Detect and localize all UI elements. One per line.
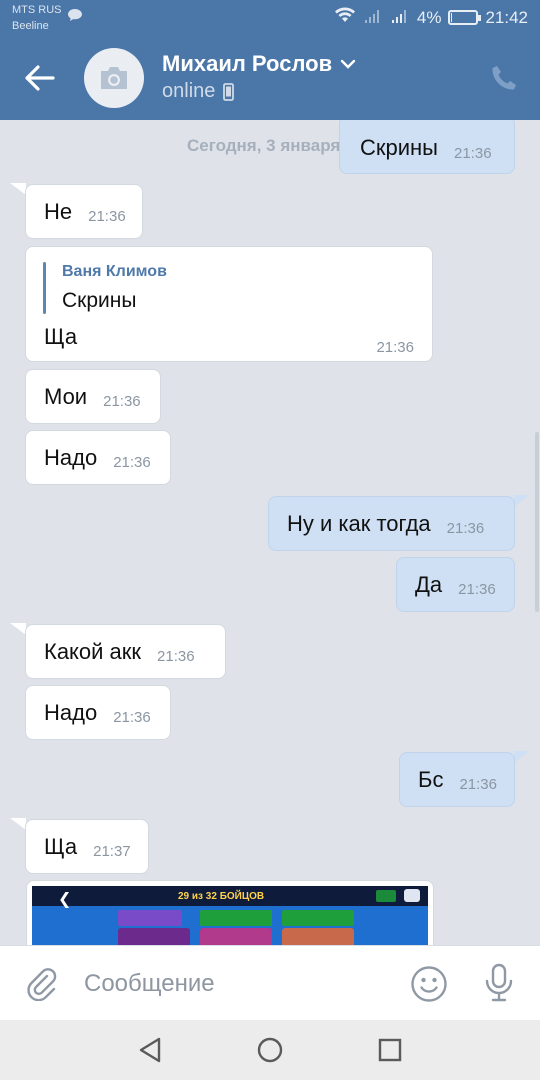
message-outgoing[interactable]: Бс 21:36 — [399, 752, 515, 807]
message-text: Ща — [44, 833, 78, 859]
battery-icon — [448, 10, 482, 25]
carrier-secondary: Beeline — [12, 20, 49, 32]
contact-name-text: Михаил Рослов — [162, 51, 333, 76]
message-time: 21:36 — [103, 393, 141, 410]
reply-quote-bar — [43, 262, 46, 314]
message-text: Ну и как тогда — [287, 510, 431, 536]
nav-home-button[interactable] — [250, 1032, 290, 1068]
message-incoming[interactable]: Ща 21:37 — [25, 819, 149, 874]
battery-percent: 4% — [416, 7, 442, 27]
message-time: 21:36 — [113, 454, 151, 471]
nav-back-button[interactable] — [130, 1032, 170, 1068]
carrier-primary: MTS RUS — [12, 4, 62, 16]
message-list[interactable]: Скрины 21:36 Сегодня, 3 января Не 21:36 … — [0, 120, 540, 945]
message-outgoing[interactable]: Да 21:36 — [396, 557, 515, 612]
message-time: 21:36 — [454, 144, 492, 162]
contact-name[interactable]: Михаил Рослов — [162, 51, 356, 77]
status-time: 21:42 — [485, 7, 528, 27]
message-time: 21:36 — [459, 776, 497, 793]
presence-text: online — [162, 80, 216, 102]
message-incoming[interactable]: Мои 21:36 — [25, 369, 161, 424]
bubble-tail — [10, 818, 26, 830]
image-attachment[interactable]: ❮ 29 из 32 БОЙЦОВ — [26, 880, 434, 945]
reply-quoted-text: Скрины — [62, 289, 137, 312]
camera-icon — [101, 67, 127, 89]
emoji-button[interactable] — [408, 963, 450, 1005]
back-arrow-icon — [25, 65, 55, 91]
message-outgoing[interactable]: Скрины 21:36 — [339, 120, 515, 174]
message-text: Ща — [44, 324, 78, 349]
message-text: Скрины — [360, 135, 438, 160]
message-time: 21:37 — [93, 843, 131, 860]
message-time: 21:36 — [376, 339, 414, 356]
mobile-phone-icon — [223, 82, 235, 101]
message-text: Да — [415, 571, 443, 597]
paperclip-icon — [27, 968, 57, 1001]
battery-level — [451, 13, 453, 22]
message-input[interactable] — [84, 964, 384, 1004]
message-incoming[interactable]: Какой акк 21:36 — [25, 624, 226, 679]
scrollbar[interactable] — [535, 432, 539, 612]
call-button[interactable] — [486, 60, 522, 96]
presence-status: online — [162, 80, 235, 103]
game-screenshot: ❮ 29 из 32 БОЙЦОВ — [32, 886, 428, 945]
message-time: 21:36 — [446, 520, 485, 537]
message-notification-icon — [67, 8, 83, 27]
message-time: 21:36 — [458, 581, 496, 598]
back-button[interactable] — [20, 58, 60, 98]
bubble-tail — [10, 623, 26, 635]
bubble-tail — [10, 183, 26, 195]
bubble-tail — [514, 495, 530, 507]
message-text: Какой акк — [44, 638, 142, 664]
circle-home-icon — [257, 1037, 283, 1063]
message-incoming[interactable]: Не 21:36 — [25, 184, 143, 239]
phone-icon — [492, 66, 516, 90]
signal-icon-2 — [390, 7, 410, 28]
message-incoming-reply[interactable]: Ваня Климов Скрины Ща 21:36 — [25, 246, 433, 362]
game-screenshot-header: ❮ 29 из 32 БОЙЦОВ — [32, 886, 428, 908]
chevron-down-icon — [340, 59, 356, 69]
status-bar: MTS RUS Beeline 4% 21:42 — [0, 0, 540, 38]
date-separator: Сегодня, 3 января — [187, 136, 341, 155]
message-incoming[interactable]: Надо 21:36 — [25, 430, 171, 485]
voice-message-button[interactable] — [478, 961, 520, 1005]
microphone-icon — [485, 963, 513, 1002]
avatar[interactable] — [84, 48, 144, 108]
nav-recents-button[interactable] — [370, 1032, 410, 1068]
status-indicators: 4% 21:42 — [334, 7, 528, 28]
wifi-icon — [334, 7, 356, 28]
top-bar: MTS RUS Beeline 4% 21:42 Михаил Рослов o… — [0, 0, 540, 120]
message-text: Не — [44, 198, 73, 224]
message-outgoing[interactable]: Ну и как тогда 21:36 — [268, 496, 515, 551]
reply-author[interactable]: Ваня Климов — [62, 263, 167, 281]
message-time: 21:36 — [88, 208, 126, 225]
message-text: Надо — [44, 699, 98, 725]
message-text: Надо — [44, 444, 98, 470]
smiley-icon — [411, 966, 447, 1002]
attach-button[interactable] — [22, 964, 62, 1004]
square-recents-icon — [378, 1038, 402, 1062]
message-time: 21:36 — [113, 709, 151, 726]
game-screenshot-caption: 29 из 32 БОЙЦОВ — [178, 891, 265, 902]
message-time: 21:36 — [157, 648, 195, 665]
triangle-back-icon — [139, 1037, 161, 1063]
system-navigation-bar — [0, 1020, 540, 1080]
message-text: Бс — [418, 766, 444, 792]
message-composer — [0, 945, 540, 1020]
bubble-tail — [514, 751, 530, 763]
message-text: Мои — [44, 383, 88, 409]
message-incoming[interactable]: Надо 21:36 — [25, 685, 171, 740]
signal-icon — [363, 7, 383, 28]
